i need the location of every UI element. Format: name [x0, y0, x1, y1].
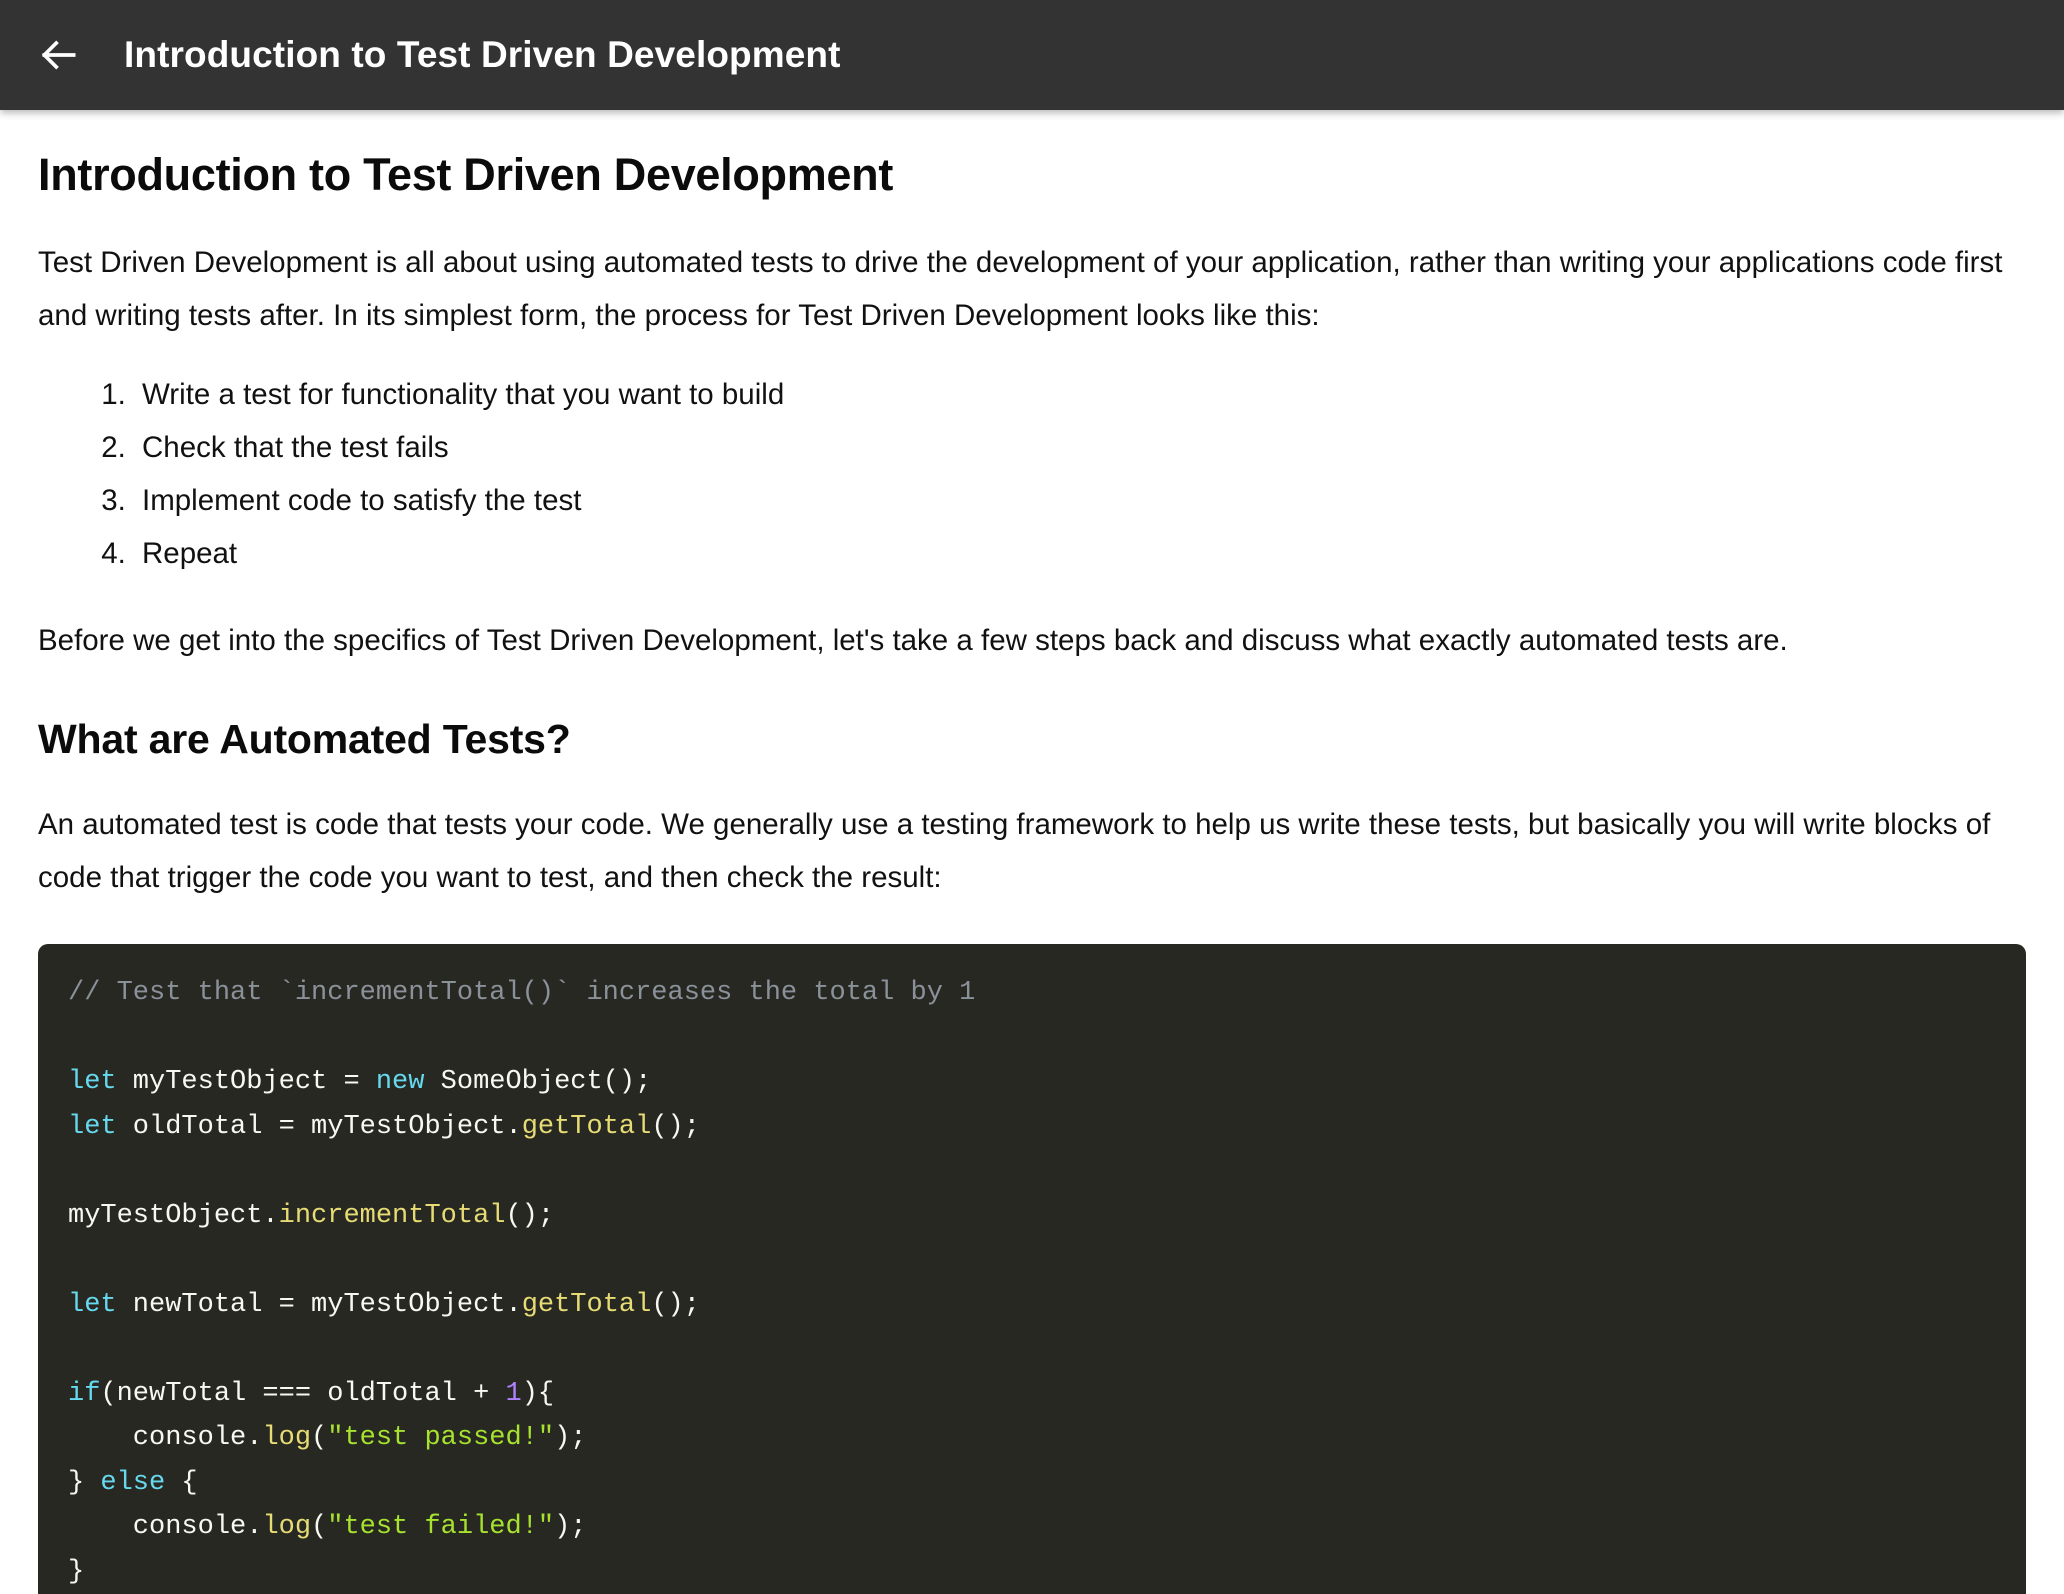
code-token-plain: (); — [651, 1289, 700, 1320]
list-item: Repeat — [134, 527, 2026, 580]
code-token-number: 1 — [505, 1378, 522, 1409]
document-content: Introduction to Test Driven Development … — [0, 148, 2064, 1594]
list-item: Implement code to satisfy the test — [134, 474, 2026, 527]
code-token-plain: ); — [554, 1423, 587, 1454]
code-token-comment: // Test that `incrementTotal()` increase… — [68, 978, 976, 1009]
code-token-string: "test passed!" — [327, 1423, 555, 1454]
code-snippet: // Test that `incrementTotal()` increase… — [68, 970, 1996, 1593]
code-token-plain: } — [68, 1556, 85, 1587]
code-token-keyword: new — [375, 1067, 425, 1098]
arrow-left-icon — [37, 33, 81, 77]
code-token-plain: ){ — [521, 1378, 555, 1409]
transition-paragraph: Before we get into the specifics of Test… — [38, 624, 1788, 657]
code-token-plain: myTestObject = — [116, 1067, 376, 1098]
code-token-plain: { — [165, 1467, 198, 1498]
code-token-plain: newTotal = myTestObject. — [116, 1289, 522, 1320]
code-token-plain: (); — [505, 1200, 555, 1231]
code-token-keyword: else — [100, 1467, 166, 1498]
code-token-plain: SomeObject(); — [424, 1067, 652, 1098]
code-token-plain: myTestObject. — [68, 1200, 279, 1231]
list-item: Check that the test fails — [134, 421, 2026, 474]
code-token-plain: oldTotal = myTestObject. — [116, 1111, 522, 1142]
code-token-keyword: if — [68, 1378, 101, 1409]
code-token-plain: console. — [68, 1423, 263, 1454]
code-token-function: log — [262, 1423, 312, 1454]
section-paragraph: An automated test is code that tests you… — [38, 808, 1991, 895]
code-token-keyword: let — [68, 1067, 117, 1098]
code-token-keyword: let — [68, 1289, 117, 1320]
code-token-function: incrementTotal — [278, 1200, 506, 1231]
code-token-plain: console. — [68, 1512, 263, 1543]
tdd-steps-list: Write a test for functionality that you … — [38, 368, 2026, 580]
code-token-plain: ( — [311, 1423, 328, 1454]
code-token-plain: (); — [651, 1111, 700, 1142]
page-title: Introduction to Test Driven Development — [38, 149, 894, 200]
code-token-string: "test failed!" — [327, 1512, 555, 1543]
code-token-plain: (newTotal === oldTotal + — [100, 1378, 506, 1409]
list-item: Write a test for functionality that you … — [134, 368, 2026, 421]
section-title: What are Automated Tests? — [38, 716, 571, 762]
code-token-function: getTotal — [521, 1111, 652, 1142]
code-token-keyword: let — [68, 1111, 117, 1142]
back-button[interactable] — [28, 24, 90, 86]
code-token-function: getTotal — [521, 1289, 652, 1320]
code-token-plain: ); — [554, 1512, 587, 1543]
code-token-plain: ( — [311, 1512, 328, 1543]
app-bar: Introduction to Test Driven Development — [0, 0, 2064, 110]
app-bar-title: Introduction to Test Driven Development — [124, 34, 841, 75]
code-block: // Test that `incrementTotal()` increase… — [38, 944, 2026, 1594]
intro-paragraph: Test Driven Development is all about usi… — [38, 246, 2003, 332]
code-token-plain: } — [68, 1467, 101, 1498]
code-token-function: log — [262, 1512, 312, 1543]
